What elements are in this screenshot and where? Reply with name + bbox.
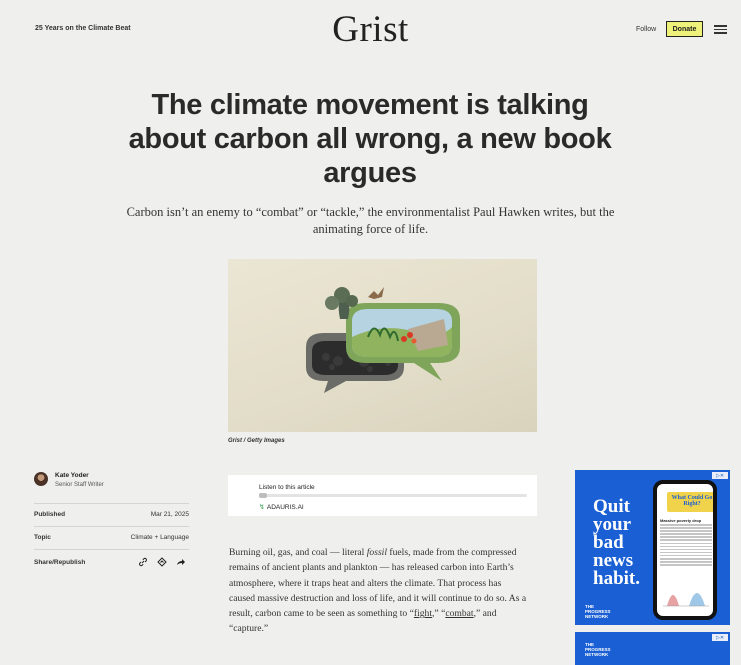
- topic-row: Topic Climate + Language: [34, 534, 189, 541]
- divider: [34, 549, 189, 550]
- follow-link[interactable]: Follow: [636, 26, 656, 33]
- published-row: Published Mar 21, 2025: [34, 511, 189, 518]
- grist-logo[interactable]: Grist: [0, 8, 741, 51]
- audio-progress-fill[interactable]: [259, 493, 268, 498]
- speech-bubbles-illustration: [306, 287, 460, 393]
- ad-brand: THE PROGRESS NETWORK: [585, 642, 611, 657]
- adauris-brand-label: ADAURIS.AI: [266, 503, 304, 511]
- adauris-logo-icon: ↯: [259, 504, 265, 511]
- published-label: Published: [34, 511, 66, 518]
- topic-link[interactable]: Climate + Language: [131, 534, 189, 541]
- phone-headline: What Could Go Right?: [667, 492, 713, 512]
- link-icon[interactable]: [138, 557, 148, 567]
- image-caption: Grist / Getty Images: [228, 438, 285, 444]
- progress-network-ad[interactable]: ▷✕ Quit your bad news habit. THE PROGRES…: [575, 470, 730, 625]
- ad-choices-icon[interactable]: ▷✕: [712, 472, 728, 479]
- hamburger-menu-icon[interactable]: [714, 25, 727, 34]
- fight-link[interactable]: fight: [414, 608, 432, 619]
- donate-button[interactable]: Donate: [666, 21, 703, 37]
- topic-label: Topic: [34, 534, 51, 541]
- author-avatar[interactable]: [34, 472, 48, 486]
- ad-choices-icon[interactable]: ▷✕: [712, 634, 728, 641]
- share-row: Share/Republish: [34, 559, 124, 566]
- phone-mockup: What Could Go Right? Massive poverty dro…: [653, 480, 717, 620]
- listen-to-article-player: Listen to this article ↯ ADAURIS.AI: [228, 475, 537, 516]
- share-icons: [138, 557, 186, 567]
- divider: [34, 503, 189, 504]
- fossil-emphasis: fossil: [366, 547, 388, 558]
- listen-label: Listen to this article: [259, 484, 315, 491]
- share-label: Share/Republish: [34, 559, 86, 566]
- phone-article-title: Massive poverty drop: [660, 518, 702, 523]
- article-body-paragraph: Burning oil, gas, and coal — literal fos…: [229, 547, 527, 635]
- author-name[interactable]: Kate Yoder: [55, 472, 89, 479]
- ad-brand: THE PROGRESS NETWORK: [585, 604, 611, 619]
- progress-network-ad-2[interactable]: ▷✕ THE PROGRESS NETWORK: [575, 632, 730, 665]
- hero-image: [228, 259, 537, 432]
- adauris-brand[interactable]: ↯ ADAURIS.AI: [259, 503, 304, 512]
- published-date: Mar 21, 2025: [150, 511, 189, 518]
- audio-progress-bar[interactable]: [259, 494, 527, 497]
- site-header: 25 Years on the Climate Beat Grist Follo…: [0, 0, 741, 58]
- divider: [34, 526, 189, 527]
- article-headline: The climate movement is talking about ca…: [128, 89, 612, 189]
- republish-icon[interactable]: [157, 557, 167, 567]
- phone-chart-graphic: [663, 593, 709, 607]
- share-arrow-icon[interactable]: [176, 557, 186, 567]
- article-dek: Carbon isn’t an enemy to “combat” or “ta…: [126, 205, 615, 236]
- combat-link[interactable]: combat: [445, 608, 473, 619]
- author-role: Senior Staff Writer: [55, 482, 104, 488]
- phone-text-lines: [660, 524, 712, 567]
